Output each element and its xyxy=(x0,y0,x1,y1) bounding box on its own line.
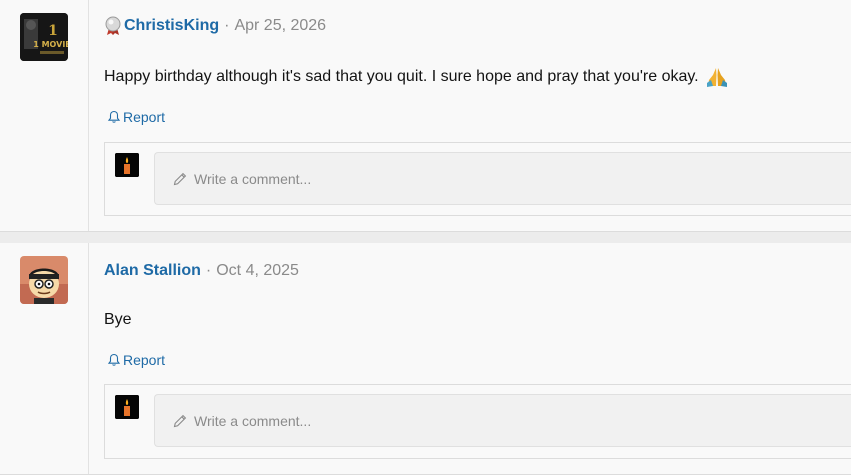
comment-placeholder: Write a comment... xyxy=(194,170,312,187)
avatar-alan-stallion[interactable] xyxy=(20,256,68,304)
post-message-text: Happy birthday although it's sad that yo… xyxy=(104,68,699,85)
avatar-christisking[interactable]: 1 1 MOVIE xyxy=(20,13,68,61)
report-label: Report xyxy=(123,352,166,368)
username-link[interactable]: Alan Stallion xyxy=(104,262,201,280)
avatar-lettering: 1 MOVIE xyxy=(33,40,68,49)
current-user-avatar xyxy=(115,395,139,419)
meta-separator: · xyxy=(205,262,212,279)
post-date[interactable]: Oct 4, 2025 xyxy=(216,262,299,280)
svg-text:1: 1 xyxy=(48,23,58,39)
report-link[interactable]: Report xyxy=(107,352,165,368)
post-message-text: Bye xyxy=(104,311,132,328)
medal-icon xyxy=(104,16,122,36)
comment-placeholder: Write a comment... xyxy=(194,412,312,429)
post-message: Bye xyxy=(104,309,132,331)
username-link[interactable]: ChristisKing xyxy=(124,17,219,35)
meta-separator: · xyxy=(224,17,230,34)
bell-icon xyxy=(107,110,121,123)
post-message: Happy birthday although it's sad that yo… xyxy=(104,65,729,89)
report-label: Report xyxy=(123,109,166,125)
comment-box: Write a comment... xyxy=(104,384,851,459)
comment-input[interactable]: Write a comment... xyxy=(154,152,851,205)
bell-icon xyxy=(107,353,121,366)
folded-hands-emoji-icon xyxy=(705,66,729,88)
pencil-icon xyxy=(173,172,187,185)
comment-box: Write a comment... xyxy=(104,142,851,216)
pencil-icon xyxy=(173,414,187,427)
post-meta: ChristisKing · Apr 25, 2026 xyxy=(104,15,326,37)
post-date[interactable]: Apr 25, 2026 xyxy=(234,17,326,35)
post-meta: Alan Stallion · Oct 4, 2025 xyxy=(104,260,299,282)
report-link[interactable]: Report xyxy=(107,109,165,125)
comment-input[interactable]: Write a comment... xyxy=(154,394,851,447)
current-user-avatar xyxy=(115,153,139,177)
